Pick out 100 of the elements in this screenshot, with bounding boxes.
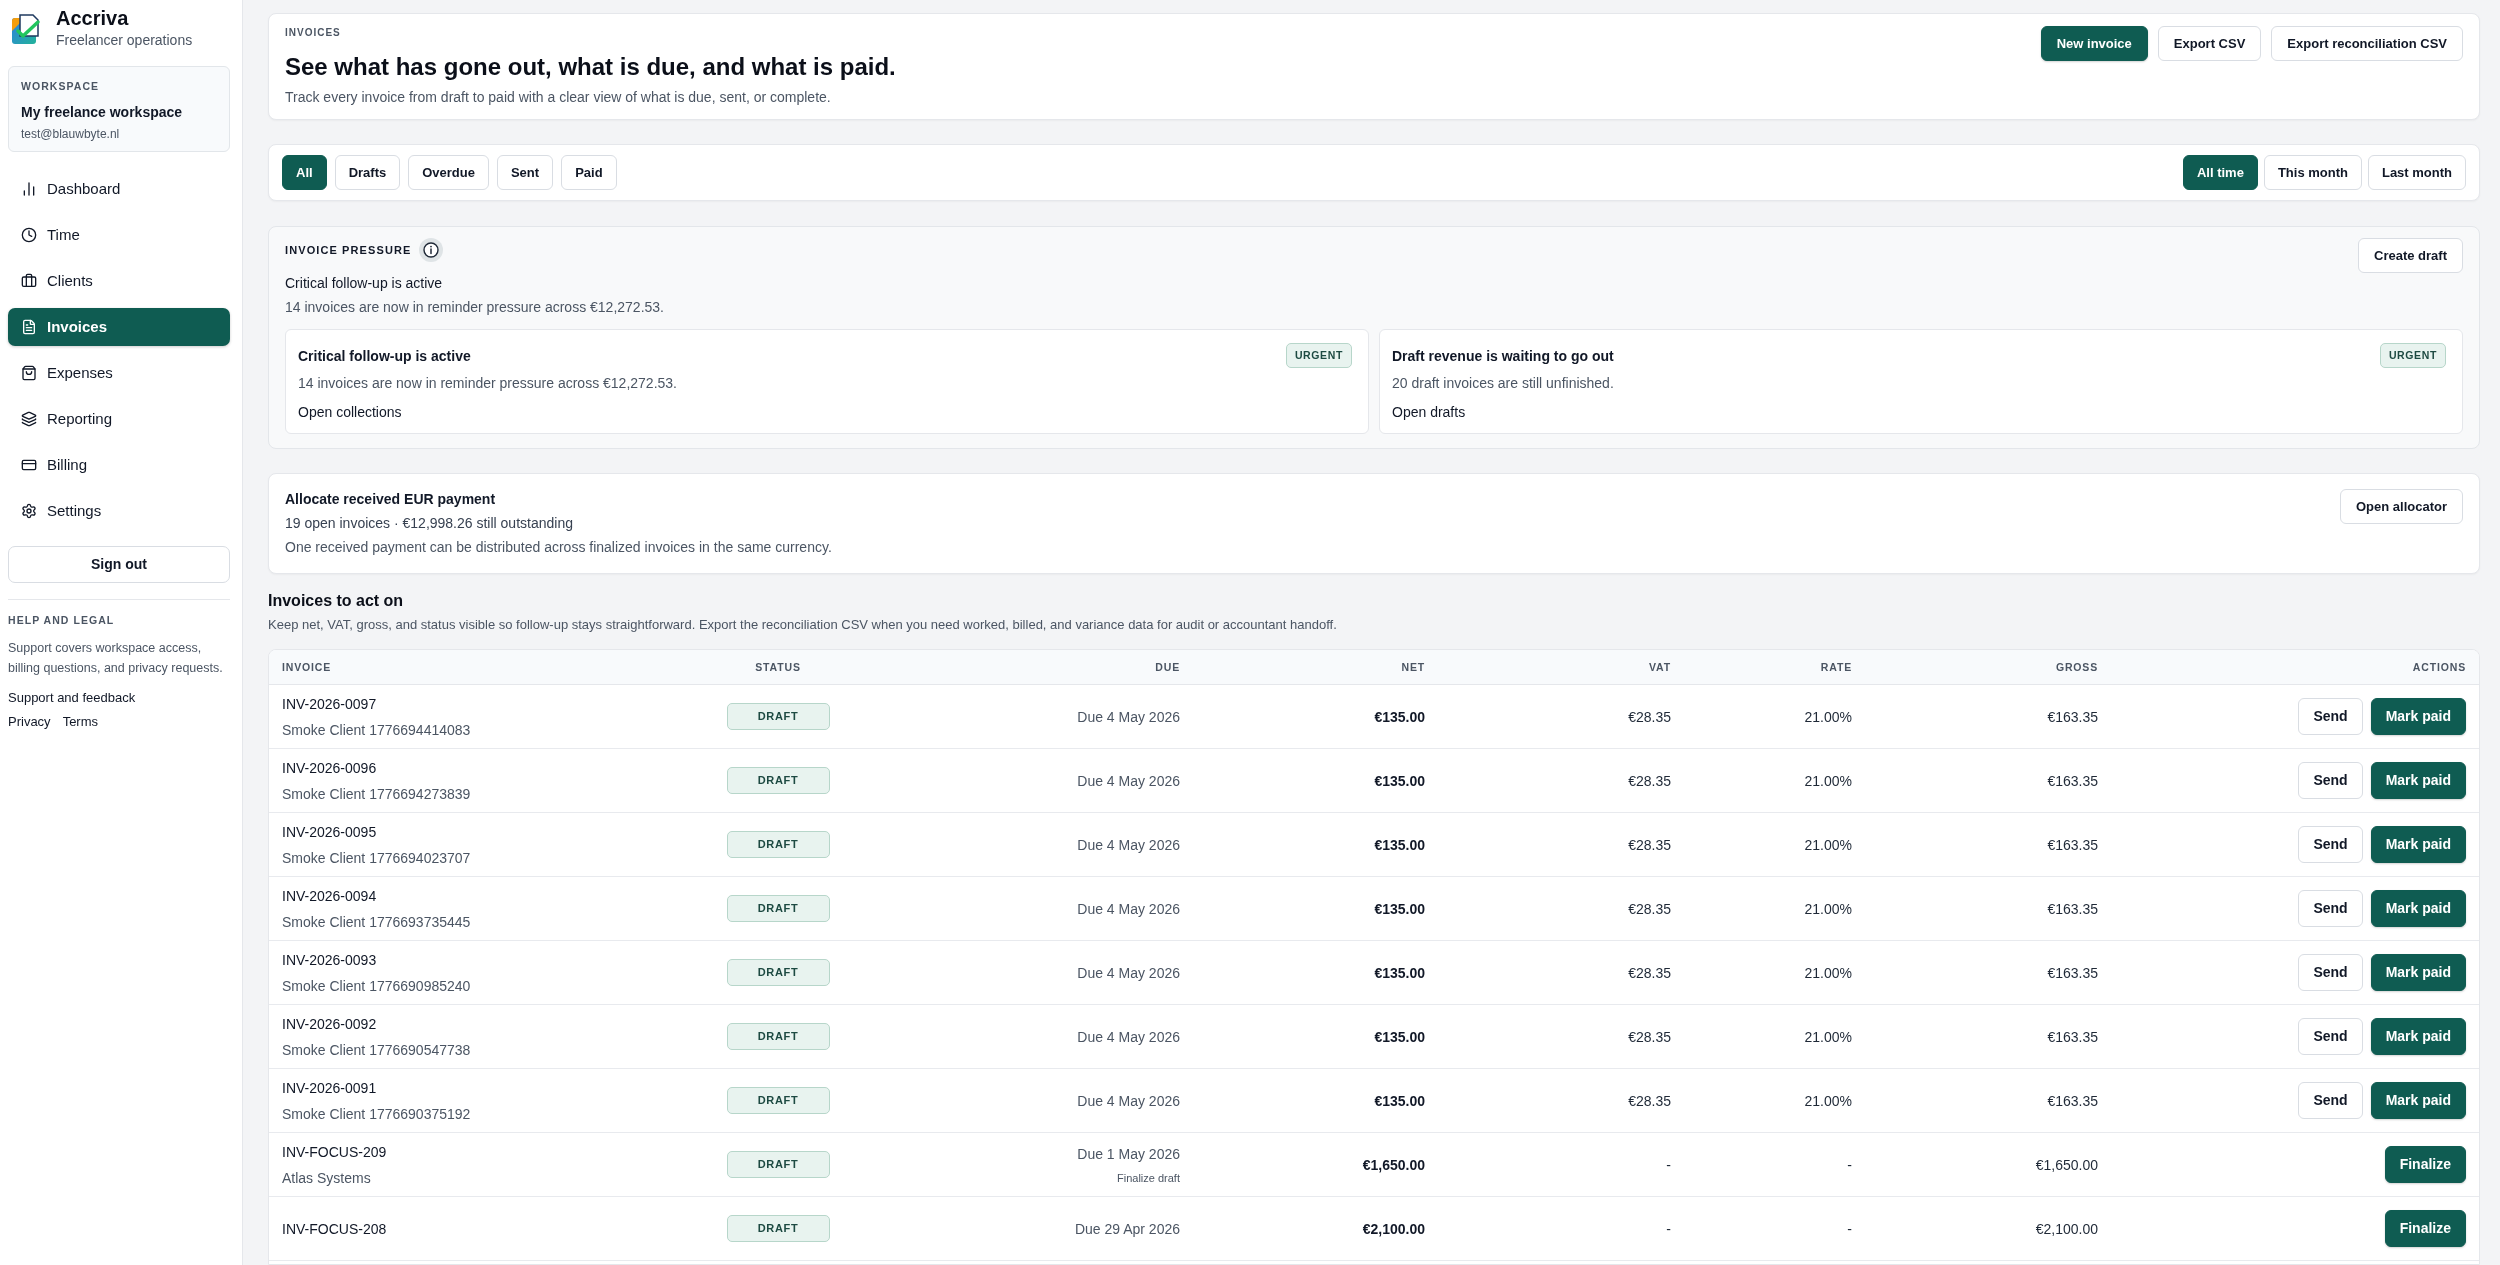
action-button[interactable]: Send — [2298, 826, 2363, 863]
action-button[interactable]: Mark paid — [2370, 1018, 2466, 1055]
gross-amount: €163.35 — [2047, 707, 2098, 727]
filter-tab[interactable]: This month — [2263, 155, 2362, 190]
nav-item[interactable]: Time — [8, 216, 230, 254]
invoice-number: INV-2026-0096 — [282, 758, 378, 778]
table-title: Invoices to act on — [268, 591, 404, 611]
alert-link[interactable]: Open drafts — [1392, 402, 1466, 422]
help-heading: HELP AND LEGAL — [8, 613, 116, 627]
legal-link[interactable]: Terms — [62, 713, 98, 731]
action-button[interactable]: Mark paid — [2370, 954, 2466, 991]
due-date: Due 4 May 2026 — [1077, 899, 1180, 919]
action-button[interactable]: Finalize — [2384, 1146, 2466, 1183]
gross-amount: €163.35 — [2047, 899, 2098, 919]
net-amount: €135.00 — [1374, 771, 1425, 791]
client-name: Smoke Client 1776694023707 — [282, 848, 471, 868]
vat-amount: €28.35 — [1628, 1027, 1671, 1047]
header-action-button[interactable]: Export CSV — [2157, 26, 2262, 61]
filter-tab[interactable]: Drafts — [334, 155, 401, 190]
action-button[interactable]: Send — [2298, 1018, 2363, 1055]
filter-tab[interactable]: Paid — [561, 155, 617, 190]
nav-item[interactable]: Dashboard — [8, 170, 230, 208]
filter-tab[interactable]: Sent — [496, 155, 554, 190]
net-amount: €135.00 — [1374, 1091, 1425, 1111]
vat-rate: - — [1847, 1155, 1852, 1175]
vat-amount: €28.35 — [1628, 899, 1671, 919]
logo-icon — [12, 14, 41, 44]
legal-link[interactable]: Privacy — [8, 713, 51, 731]
action-button[interactable]: Send — [2298, 1082, 2363, 1119]
workspace-name: My freelance workspace — [21, 103, 184, 122]
invoice-number: INV-2026-0093 — [282, 950, 378, 970]
nav-item[interactable]: Settings — [8, 492, 230, 530]
filter-tab[interactable]: Overdue — [408, 155, 489, 190]
nav-item[interactable]: Billing — [8, 446, 230, 484]
nav-item[interactable]: Reporting — [8, 400, 230, 438]
bar-chart-icon — [21, 181, 37, 197]
net-amount: €135.00 — [1374, 835, 1425, 855]
status-badge: DRAFT — [726, 1023, 830, 1050]
action-button[interactable]: Send — [2298, 762, 2363, 799]
nav-item[interactable]: Expenses — [8, 354, 230, 392]
header-action-button[interactable]: New invoice — [2040, 26, 2148, 61]
due-date: Due 4 May 2026 — [1077, 1091, 1180, 1111]
allocation-text: One received payment can be distributed across finalized invoices in the same currency. — [285, 538, 832, 557]
alert-link[interactable]: Open collections — [298, 402, 402, 422]
net-amount: €135.00 — [1374, 707, 1425, 727]
nav-item[interactable]: Clients — [8, 262, 230, 300]
invoice-number: INV-FOCUS-208 — [282, 1219, 387, 1239]
table-description: Keep net, VAT, gross, and status visible so follow-up stays straightforward. Export the reconciliation CSV when you need worked, billed, and variance data for audit or accountant handoff. — [268, 616, 1337, 634]
alert-title: Draft revenue is waiting to go out — [1392, 346, 1614, 366]
gross-amount: €1,650.00 — [2035, 1155, 2098, 1175]
action-button[interactable]: Mark paid — [2370, 1082, 2466, 1119]
sign-out-button[interactable]: Sign out — [8, 546, 230, 583]
vat-amount: €28.35 — [1628, 835, 1671, 855]
action-button[interactable]: Finalize — [2384, 1210, 2466, 1247]
due-date: Due 4 May 2026 — [1077, 835, 1180, 855]
action-button[interactable]: Mark paid — [2370, 762, 2466, 799]
invoice-number: INV-FOCUS-209 — [282, 1142, 387, 1162]
net-amount: €2,100.00 — [1362, 1219, 1425, 1239]
client-name: Smoke Client 1776690547738 — [282, 1040, 471, 1060]
action-button[interactable]: Send — [2298, 954, 2363, 991]
action-button[interactable]: Send — [2298, 890, 2363, 927]
allocation-title: Allocate received EUR payment — [285, 490, 497, 509]
vat-amount: - — [1666, 1155, 1671, 1175]
invoice-number: INV-2026-0097 — [282, 694, 378, 714]
vat-amount: €28.35 — [1628, 707, 1671, 727]
due-date: Due 4 May 2026 — [1077, 963, 1180, 983]
column-header: INVOICE — [282, 660, 332, 674]
support-link[interactable]: Support and feedback — [8, 689, 136, 707]
alert-text: 20 draft invoices are still unfinished. — [1392, 374, 1615, 393]
status-badge: DRAFT — [726, 1215, 830, 1242]
filter-tab[interactable]: All — [282, 155, 327, 190]
client-name: Smoke Client 1776690375192 — [282, 1104, 471, 1124]
filter-tab[interactable]: All time — [2182, 155, 2258, 190]
due-date: Due 29 Apr 2026 — [1074, 1219, 1180, 1239]
status-badge: DRAFT — [726, 767, 830, 794]
filter-tab[interactable]: Last month — [2367, 155, 2466, 190]
action-button[interactable]: Send — [2298, 698, 2363, 735]
gross-amount: €2,100.00 — [2035, 1219, 2098, 1239]
pressure-heading: INVOICE PRESSURE — [285, 243, 412, 257]
open-allocator-button[interactable]: Open allocator — [2339, 489, 2463, 524]
status-badge: DRAFT — [726, 895, 830, 922]
client-name: Smoke Client 1776694273839 — [282, 784, 471, 804]
info-icon[interactable] — [419, 238, 444, 262]
action-button[interactable]: Mark paid — [2370, 890, 2466, 927]
action-button[interactable]: Mark paid — [2370, 698, 2466, 735]
settings-icon — [21, 503, 37, 519]
page-title: See what has gone out, what is due, and what is paid. — [285, 52, 896, 82]
status-badge: DRAFT — [726, 1087, 830, 1114]
pressure-summary: 14 invoices are now in reminder pressure across €12,272.53. — [285, 298, 664, 317]
pressure-headline: Critical follow-up is active — [285, 274, 444, 293]
nav-item[interactable]: Invoices — [8, 308, 230, 346]
net-amount: €135.00 — [1374, 899, 1425, 919]
alert-title: Critical follow-up is active — [298, 346, 471, 366]
action-button[interactable]: Mark paid — [2370, 826, 2466, 863]
vat-rate: 21.00% — [1804, 1091, 1852, 1111]
column-header: RATE — [1820, 660, 1852, 674]
header-action-button[interactable]: Export reconciliation CSV — [2271, 26, 2463, 61]
vat-amount: €28.35 — [1628, 963, 1671, 983]
create-draft-button[interactable]: Create draft — [2358, 238, 2463, 273]
clock-icon — [21, 227, 37, 243]
